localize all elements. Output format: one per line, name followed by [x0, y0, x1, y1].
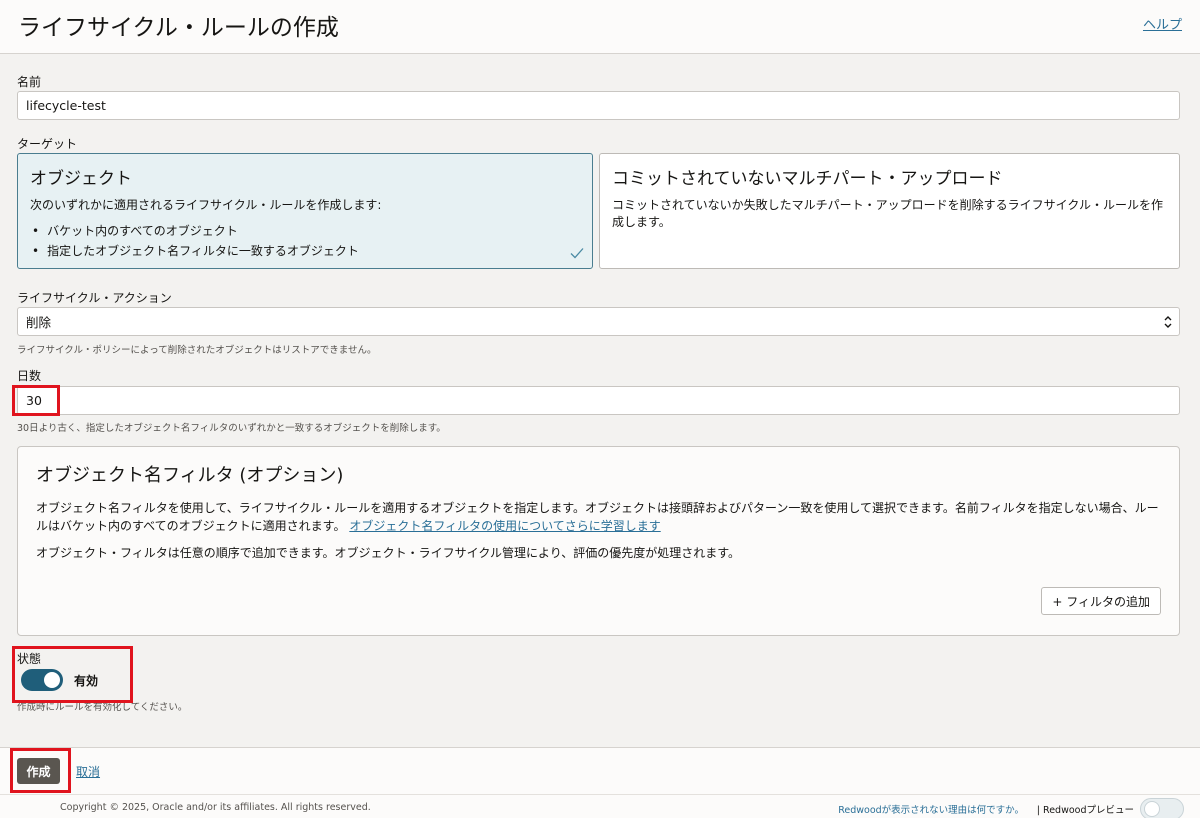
highlight-box-days: [12, 385, 60, 416]
list-item: 指定したオブジェクト名フィルタに一致するオブジェクト: [32, 241, 359, 261]
cancel-link[interactable]: 取消: [76, 763, 100, 780]
highlight-box-state: [12, 646, 133, 703]
name-label: 名前: [17, 75, 42, 89]
filter-learn-more-link[interactable]: オブジェクト名フィルタの使用についてさらに学習します: [349, 519, 660, 533]
bottom-bar: Copyright © 2025, Oracle and/or its affi…: [0, 794, 1200, 818]
target-card-objects-text: 次のいずれかに適用されるライフサイクル・ルールを作成します:: [30, 198, 382, 212]
highlight-box-create: [10, 748, 71, 793]
redwood-preview-toggle[interactable]: [1140, 798, 1184, 818]
help-link[interactable]: ヘルプ: [1143, 14, 1182, 33]
chevron-updown-icon: [1164, 316, 1172, 328]
target-card-multipart[interactable]: コミットされていないマルチパート・アップロード コミットされていないか失敗したマ…: [599, 153, 1180, 269]
target-card-objects-title: オブジェクト: [30, 169, 132, 189]
page-title: ライフサイクル・ルールの作成: [18, 15, 339, 41]
filter-description: オブジェクト名フィルタを使用して、ライフサイクル・ルールを適用するオブジェクトを…: [36, 499, 1161, 535]
days-input[interactable]: 30: [17, 386, 1180, 415]
days-hint: 30日より古く、指定したオブジェクト名フィルタのいずれかと一致するオブジェクトを…: [17, 423, 446, 434]
redwood-info-link[interactable]: Redwoodが表示されない理由は何ですか。: [838, 802, 1024, 816]
days-label: 日数: [17, 369, 42, 383]
copyright-text: Copyright © 2025, Oracle and/or its affi…: [60, 802, 371, 813]
filter-description-2: オブジェクト・フィルタは任意の順序で追加できます。オブジェクト・ライフサイクル管…: [36, 546, 741, 560]
target-card-multipart-title: コミットされていないマルチパート・アップロード: [612, 169, 1003, 189]
object-name-filter-section: オブジェクト名フィルタ (オプション) オブジェクト名フィルタを使用して、ライフ…: [17, 446, 1180, 636]
target-card-objects-list: バケット内のすべてのオブジェクト 指定したオブジェクト名フィルタに一致するオブジ…: [32, 221, 359, 261]
name-input[interactable]: lifecycle-test: [17, 91, 1180, 120]
action-select[interactable]: 削除: [17, 307, 1180, 336]
action-hint: ライフサイクル・ポリシーによって削除されたオブジェクトはリストアできません。: [17, 345, 377, 356]
action-select-value: 削除: [26, 315, 52, 330]
page-header: ライフサイクル・ルールの作成 ヘルプ: [0, 0, 1200, 54]
list-item: バケット内のすべてのオブジェクト: [32, 221, 359, 241]
filter-title: オブジェクト名フィルタ (オプション): [36, 465, 344, 486]
redwood-preview-label: | Redwoodプレビュー: [1036, 805, 1134, 816]
target-card-multipart-text: コミットされていないか失敗したマルチパート・アップロードを削除するライフサイクル…: [612, 198, 1164, 229]
action-label: ライフサイクル・アクション: [17, 291, 172, 305]
target-label: ターゲット: [17, 137, 78, 151]
add-filter-button[interactable]: + フィルタの追加: [1041, 587, 1161, 615]
checkmark-icon: [570, 248, 584, 259]
toggle-knob: [1144, 801, 1160, 817]
target-card-objects[interactable]: オブジェクト 次のいずれかに適用されるライフサイクル・ルールを作成します: バケ…: [17, 153, 593, 269]
page-footer: 作成 取消 Copyright © 2025, Oracle and/or it…: [0, 747, 1200, 818]
